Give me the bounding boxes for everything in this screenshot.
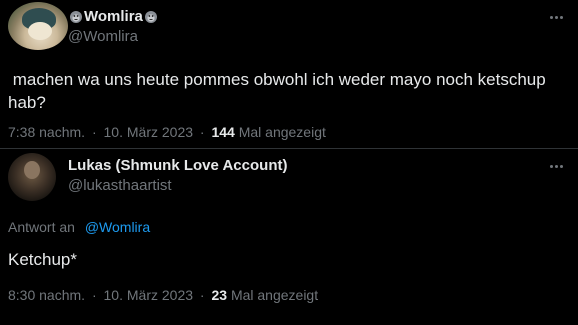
avatar[interactable]: [8, 2, 68, 50]
tweet-date[interactable]: 10. März 2023: [104, 124, 194, 140]
gorilla-emoji-icon: [69, 10, 83, 24]
reply-mention-link[interactable]: @Womlira: [85, 219, 150, 235]
reply-context: Antwort an @Womlira: [8, 219, 150, 235]
more-dots-icon[interactable]: [546, 159, 566, 173]
display-name-row[interactable]: Lukas (Shmunk Love Account): [68, 157, 287, 174]
avatar[interactable]: [8, 153, 56, 201]
view-count: 144: [211, 124, 235, 140]
reply-prefix: Antwort an: [8, 219, 75, 235]
tweet-meta: 8:30 nachm. · 10. März 2023 · 23 Mal ang…: [8, 287, 318, 303]
user-handle[interactable]: @lukasthaartist: [68, 177, 172, 194]
display-name[interactable]: Womlira: [84, 8, 143, 25]
tweet-meta: 7:38 nachm. · 10. März 2023 · 144 Mal an…: [8, 124, 326, 140]
meta-separator: ·: [91, 287, 97, 303]
tweet-text: Ketchup*: [8, 250, 77, 269]
tweet-date[interactable]: 10. März 2023: [104, 287, 194, 303]
view-label: Mal angezeigt: [230, 287, 319, 303]
tweet-time[interactable]: 7:38 nachm.: [8, 124, 85, 140]
more-dots-icon[interactable]: [546, 10, 566, 24]
tweet-time[interactable]: 8:30 nachm.: [8, 287, 85, 303]
meta-separator: ·: [91, 124, 97, 140]
view-count: 23: [211, 287, 228, 303]
display-name[interactable]: Lukas (Shmunk Love Account): [68, 157, 287, 174]
display-name-row[interactable]: Womlira: [68, 8, 159, 25]
meta-separator: ·: [199, 287, 205, 303]
reply-tweet[interactable]: Lukas (Shmunk Love Account) @lukasthaart…: [0, 149, 578, 325]
main-tweet[interactable]: Womlira @Womlira machen wa uns heute pom…: [0, 0, 578, 148]
gorilla-emoji-icon: [144, 10, 158, 24]
user-handle[interactable]: @Womlira: [68, 28, 138, 45]
view-label: Mal angezeigt: [238, 124, 326, 140]
meta-separator: ·: [199, 124, 205, 140]
tweet-text: machen wa uns heute pommes obwohl ich we…: [8, 70, 546, 112]
